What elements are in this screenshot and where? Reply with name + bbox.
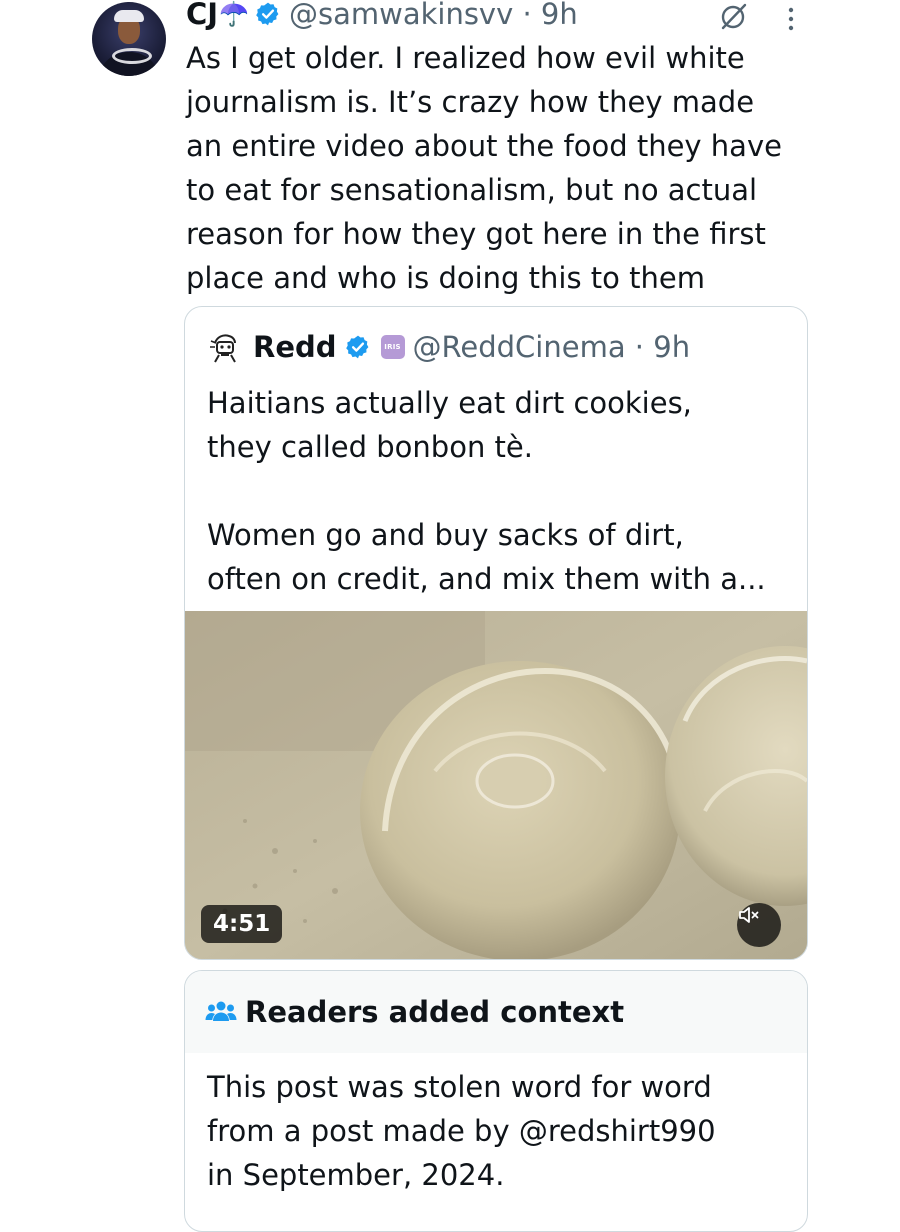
community-note[interactable]: Readers added context This post was stol…: [184, 970, 808, 1232]
people-icon: [205, 1001, 237, 1021]
quoted-post[interactable]: Redd IRIS @ReddCinema · 9h Haitians actu…: [184, 306, 808, 960]
post-text-line: journalism is. It’s crazy how they made: [186, 85, 755, 119]
post-text-line: an entire video about the food they have: [186, 129, 782, 163]
quoted-text-line: they called bonbon tè.: [207, 430, 533, 464]
post-text-line: place and who is doing this to them: [186, 261, 705, 295]
verified-badge-icon: [345, 335, 368, 359]
quoted-author-display-name[interactable]: Redd: [253, 330, 337, 364]
author-display-name[interactable]: CJ: [186, 0, 218, 31]
post-text-line: reason for how they got here in the firs…: [186, 217, 766, 251]
quoted-text-line: Haitians actually eat dirt cookies,: [207, 386, 692, 420]
quoted-author-avatar[interactable]: [207, 329, 243, 365]
author-avatar[interactable]: [92, 2, 166, 76]
community-note-title: Readers added context: [245, 995, 625, 1029]
community-note-text: This post was stolen word for word from …: [207, 1065, 797, 1197]
post-text-line: As I get older. I realized how evil whit…: [186, 41, 745, 75]
quoted-post-text: Haitians actually eat dirt cookies, they…: [207, 381, 787, 601]
community-note-line[interactable]: from a post made by @redshirt990: [207, 1109, 797, 1153]
umbrella-emoji: ☂️: [219, 0, 249, 28]
verified-badge-icon: [256, 2, 279, 26]
mute-icon: [739, 907, 759, 923]
quoted-text-line: Women go and buy sacks of dirt,: [207, 518, 684, 552]
video-player[interactable]: 4:51: [185, 611, 807, 959]
author-handle-and-time[interactable]: @samwakinsvv · 9h: [289, 0, 578, 31]
mute-button[interactable]: [737, 903, 781, 947]
video-duration: 4:51: [201, 905, 283, 943]
quoted-post-header: Redd IRIS @ReddCinema · 9h: [207, 327, 690, 367]
community-note-header: Readers added context: [185, 971, 807, 1053]
affiliate-badge-icon[interactable]: IRIS: [380, 335, 405, 359]
community-note-line: This post was stolen word for word: [207, 1070, 712, 1104]
quoted-text-blank-line: [207, 469, 787, 513]
more-options-icon[interactable]: [786, 6, 796, 32]
post: CJ ☂️ @samwakinsvv · 9h As I get older. …: [0, 0, 900, 1232]
post-header: CJ ☂️ @samwakinsvv · 9h: [186, 0, 578, 34]
quoted-text-line: often on credit, and mix them with a...: [207, 562, 766, 596]
community-note-line: in September, 2024.: [207, 1158, 505, 1192]
grok-icon[interactable]: [716, 0, 750, 34]
quoted-author-handle-and-time[interactable]: @ReddCinema · 9h: [413, 330, 691, 364]
post-text-line: to eat for sensationalism, but no actual: [186, 173, 758, 207]
post-text: As I get older. I realized how evil whit…: [186, 36, 826, 300]
